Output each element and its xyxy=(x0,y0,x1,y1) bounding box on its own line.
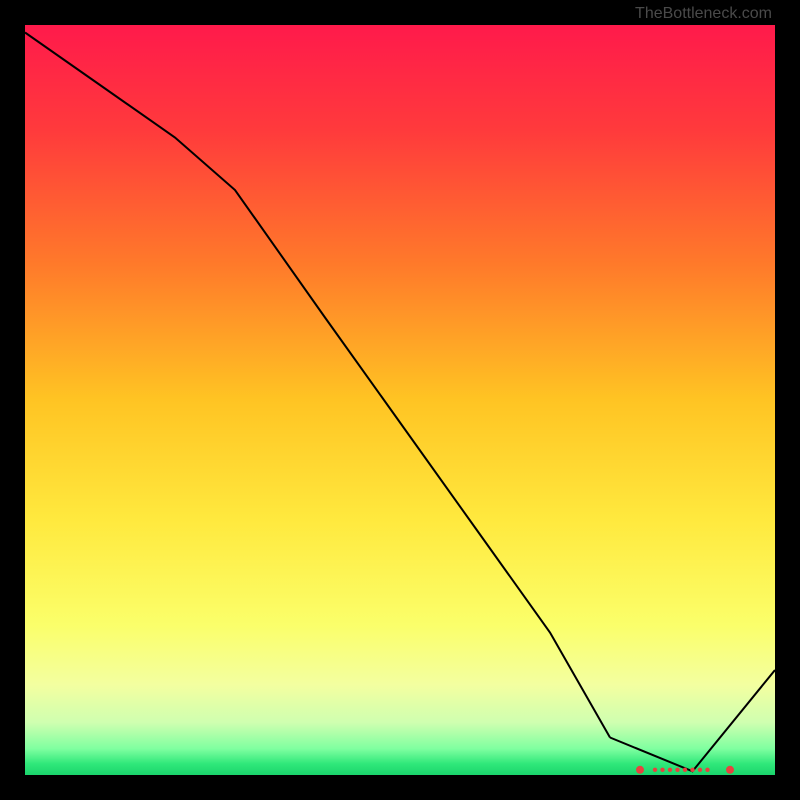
valley-dot xyxy=(660,768,664,772)
valley-dot xyxy=(726,766,734,774)
chart-svg xyxy=(25,25,775,775)
valley-dot xyxy=(668,768,672,772)
plot-area xyxy=(25,25,775,775)
valley-dot xyxy=(698,768,702,772)
valley-dot xyxy=(675,768,679,772)
gradient-background xyxy=(25,25,775,775)
valley-dot xyxy=(705,768,709,772)
source-caption: TheBottleneck.com xyxy=(635,4,772,23)
valley-dot xyxy=(690,768,694,772)
valley-dot xyxy=(636,766,644,774)
valley-dot xyxy=(653,768,657,772)
chart-canvas: TheBottleneck.com xyxy=(0,0,800,800)
valley-dot xyxy=(683,768,687,772)
